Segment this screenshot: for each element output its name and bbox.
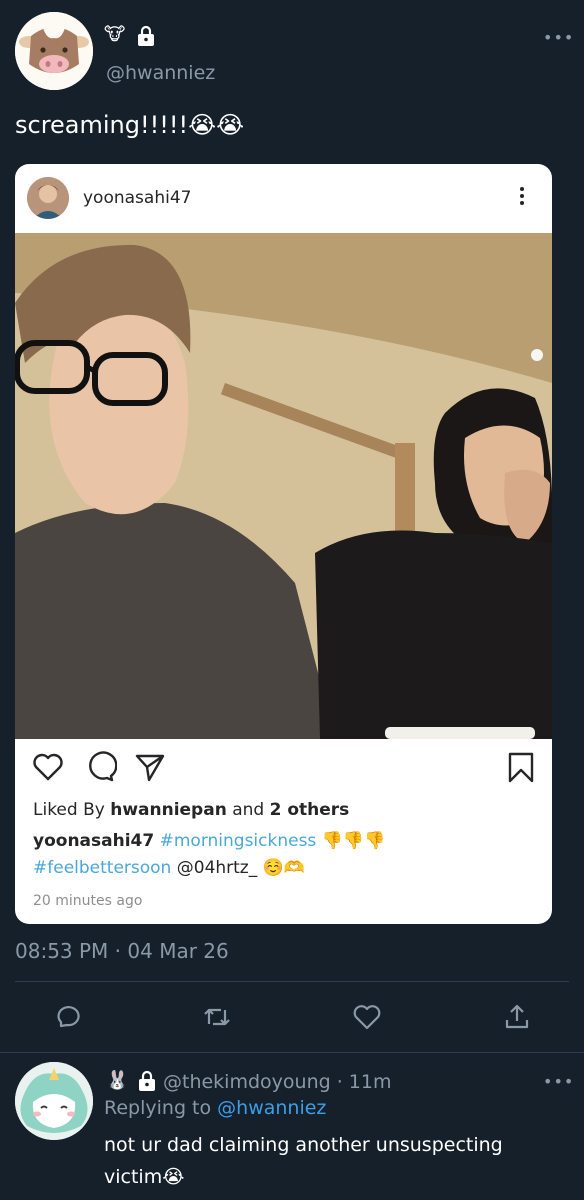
reply-icon xyxy=(57,1006,80,1028)
instagram-post-card[interactable]: yoonasahi47 Liked By hwanniepan and 2 ot… xyxy=(15,164,552,924)
bookmark-icon xyxy=(508,752,534,783)
like-icon xyxy=(353,1005,381,1030)
reply-author-avatar[interactable] xyxy=(15,1062,93,1140)
replying-to-line: Replying to @hwanniez xyxy=(104,1097,327,1119)
tweet-text: screaming!!!!!😭😭 xyxy=(15,111,245,139)
ig-save-button[interactable] xyxy=(504,750,538,788)
liked-by-line: Liked By hwanniepan and 2 others xyxy=(33,800,350,820)
cow-emoji-icon: 🐮 xyxy=(104,24,126,45)
reply-time: 11m xyxy=(348,1071,392,1093)
reply-more-options-button[interactable]: ••• xyxy=(543,1072,574,1091)
divider xyxy=(0,1052,584,1053)
hashtag-morningsickness[interactable]: #morningsickness xyxy=(160,831,317,851)
reply-handle[interactable]: @thekimdoyoung xyxy=(163,1071,331,1093)
caption-username[interactable]: yoonasahi47 xyxy=(33,831,154,851)
instagram-username[interactable]: yoonasahi47 xyxy=(83,188,191,208)
share-button[interactable] xyxy=(502,1002,532,1032)
post-caption: yoonasahi47 #morningsickness 👎👎👎 #feelbet… xyxy=(33,831,386,878)
reply-meta: @thekimdoyoung · 11m xyxy=(163,1071,392,1093)
ig-share-button[interactable] xyxy=(133,750,167,788)
comment-bubble-icon xyxy=(89,751,118,782)
ig-like-button[interactable] xyxy=(31,750,65,788)
more-options-button[interactable]: ••• xyxy=(543,28,574,47)
share-icon xyxy=(505,1004,529,1029)
instagram-user-avatar[interactable] xyxy=(27,177,69,219)
post-time-ago: 20 minutes ago xyxy=(33,893,143,909)
instagram-more-button[interactable] xyxy=(512,184,532,214)
reply-button[interactable] xyxy=(52,1002,82,1032)
cow-avatar-icon xyxy=(15,12,93,90)
replying-to-handle[interactable]: @hwanniez xyxy=(217,1097,326,1119)
liked-user[interactable]: hwanniepan xyxy=(110,800,227,820)
paper-plane-icon xyxy=(135,754,165,782)
reply-text: not ur dad claiming another unsuspecting… xyxy=(104,1134,503,1188)
like-button[interactable] xyxy=(352,1002,382,1032)
divider xyxy=(15,981,569,982)
hashtag-feelbettersoon[interactable]: #feelbettersoon xyxy=(33,858,171,878)
retweet-icon xyxy=(204,1008,230,1026)
retweet-button[interactable] xyxy=(202,1002,232,1032)
tweet-timestamp: 08:53 PM · 04 Mar 26 xyxy=(15,939,229,963)
liked-others[interactable]: 2 others xyxy=(270,800,350,820)
rabbit-emoji-icon: 🐰 xyxy=(106,1070,129,1091)
author-handle[interactable]: @hwanniez xyxy=(106,62,215,84)
dragon-avatar-icon xyxy=(15,1062,93,1140)
heart-outline-icon xyxy=(33,753,63,781)
post-photo xyxy=(15,233,552,739)
caption-mention[interactable]: @04hrtz_ xyxy=(177,858,257,878)
ig-comment-button[interactable] xyxy=(83,750,118,788)
author-avatar[interactable] xyxy=(15,12,93,90)
lock-icon xyxy=(135,25,157,51)
lock-icon xyxy=(136,1070,158,1096)
